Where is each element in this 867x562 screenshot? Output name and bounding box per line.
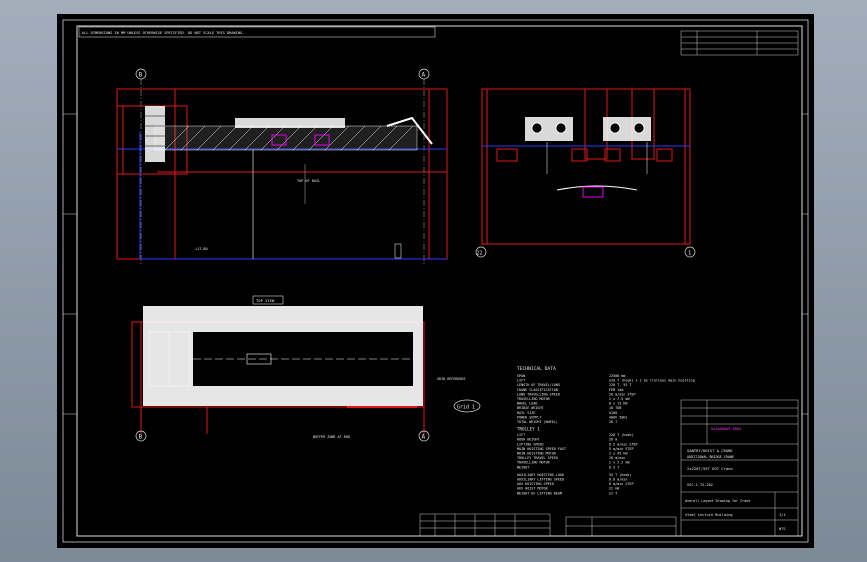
grid-bubble-c-right: 1 [688,251,691,257]
tech-row-key: WHEEL LOAD [517,402,537,406]
tb-drawing-title: Overall Layout Drawing for Crane [685,499,750,503]
trolley-row-value: 2 x 45 kW [609,452,628,456]
trolley-row-value: 8.5 T [609,465,619,469]
aux-row-key: AUXILIARY LIFTING SPEED [517,478,564,482]
grid-bubble-b1: B [139,72,143,79]
tb-company-1: GANTRY/HOIST & CRANE [687,448,733,453]
bottom-tables [419,513,677,537]
tech-row-value: 220 T (hook) x 2 by trolleys main hoisti… [609,379,695,383]
grid-bubble-a2: A [422,434,426,441]
trolley-row-value: 20 m [609,438,617,442]
revision-table [680,30,799,56]
tech-row-value: 8 x 15 KN [609,402,627,406]
trolley-row-key: MAIN HOISTING SPEED FAST [517,447,566,451]
cad-viewport: ALL DIMENSIONS IN MM UNLESS OTHERWISE SP… [0,0,867,562]
tech-row-key: LIFT [517,379,525,383]
cad-drawing: ALL DIMENSIONS IN MM UNLESS OTHERWISE SP… [62,19,809,543]
trolley-row-value: 5 m/min STEP [609,447,634,451]
grid-bubble-a1: A [422,72,426,79]
section-view: 22 1 [475,88,696,258]
trolley-row-key: HOOK HEIGHT [517,438,539,442]
tech-row-key: TOTAL WEIGHT (WHEEL) [517,420,558,424]
tech-row-key: POWER SUPPLY [517,415,542,419]
drawing-sheet[interactable]: ALL DIMENSIONS IN MM UNLESS OTHERWISE SP… [57,14,814,548]
tech-row-key: CRANE CLASSIFICATION [517,388,558,392]
tech-row-value: 18 TON [609,406,621,410]
grid-bubble-c-left: 22 [477,251,483,257]
grid-bubble-b2: B [139,434,143,441]
trolley-row-value: 220 T (hook) [609,433,634,437]
trolley-row-key: LIFT [517,433,525,437]
tech-row-value: 22500 mm [609,374,625,378]
tech-data-title: TECHNICAL DATA [517,366,556,372]
tech-row-key: BRIDGE WEIGHT [517,406,544,410]
aux-row-key: AUXILIARY HOISTING LOAD [517,473,564,477]
trolley-row-value: 20 m/min [609,456,625,460]
aux-row-key: WEIGHT OF LIFTING BEAM [517,491,562,495]
trolley-row-key: TROLLEY TRAVEL SPEED [517,456,558,460]
tb-crane: 2x220T/55T EOT Crane [687,466,733,471]
tb-highlight: HAZARDOUS AREA [711,427,742,431]
technical-data-block: TECHNICAL DATA SPAN 22500 mm LIFT 220 T (hoo… [517,366,695,495]
tech-row-key: LENGTH OF TRAVEL/LONG [517,383,560,387]
svg-text:BUFFER ZONE AT END: BUFFER ZONE AT END [313,435,350,439]
tech-row-value: 400V 50Hz [609,415,627,419]
tech-row-value: 2 x 7.5 kW [609,397,630,401]
aux-row-value: 22 T [609,491,617,495]
top-view-label: TOP VIEW [256,298,275,303]
tb-company-2: ADDITIONAL BRIDGE CRANE [687,455,734,459]
aux-row-value: 55 T (hook) [609,473,631,477]
aux-row-value: 22 kW [609,487,620,491]
trolley-row-value: 2 x 2.2 kW [609,461,630,465]
grid-callout: Grid 1 [457,405,475,411]
aux-row-value: 6 m/min STEP [609,482,634,486]
svg-text:TOP OF RAIL: TOP OF RAIL [297,179,320,183]
aux-row-key: AUX HOISTING SPEED [517,482,554,486]
tech-row-value: A100 [609,411,617,415]
tech-row-key: RAIL SIZE [517,411,535,415]
tech-row-value: 220 T, 55 T [609,383,631,387]
notes-text: ALL DIMENSIONS IN MM UNLESS OTHERWISE SP… [82,31,244,35]
svg-text:+17.80: +17.80 [195,247,208,251]
inner-border [76,25,803,537]
tb-doc-no: SSC-1-TX-202 [687,483,713,487]
trolley-row-value: 0.5 m/min STEP [609,442,638,446]
tb-sheet: 1/1 [779,513,786,517]
tech-row-value: 26 T [609,420,617,424]
trolley-row-key: WEIGHT [517,465,529,469]
tech-row-key: SPAN [517,374,525,378]
tb-project: Steel Lecture Building [685,513,733,517]
aux-row-value: 0.8 m/min [609,478,627,482]
plan-view: TOP VIEW B A Grid 1 GRID REFERENCE BUFFE… [131,295,481,442]
tech-row-value: FEM 1Am [609,388,623,392]
title-block: GANTRY/HOIST & CRANE ADDITIONAL BRIDGE C… [680,399,799,537]
aux-row-key: AUX HOIST MOTOR [517,487,549,491]
trolley-title: TROLLEY 1 [517,427,540,432]
tech-row-value: 20 m/min STEP [609,392,636,396]
svg-text:GRID REFERENCE: GRID REFERENCE [437,377,466,381]
tech-row-key: LONG TRAVELLING SPEED [517,392,560,396]
trolley-row-key: TRAVELLING MOTOR [517,461,551,465]
tech-row-key: TRAVELLING MOTOR [517,397,551,401]
tb-scale: NTS [779,527,786,531]
trolley-row-key: LIFTING SPEED [517,442,544,446]
elevation-view: B A +17.80 TOP OF RAIL [116,68,448,264]
trolley-row-key: MAIN HOISTING MOTOR [517,452,557,456]
